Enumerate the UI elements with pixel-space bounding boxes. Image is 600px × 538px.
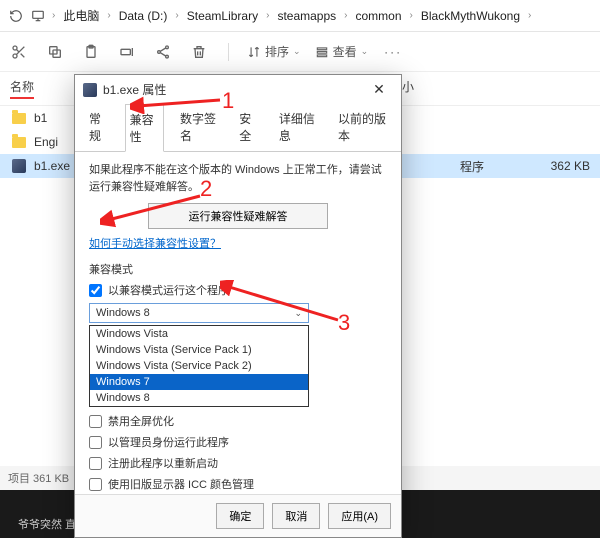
tab-security[interactable]: 安全 — [235, 104, 263, 151]
cancel-button[interactable]: 取消 — [272, 503, 320, 529]
monitor-icon[interactable] — [28, 6, 48, 26]
compat-option[interactable]: Windows Vista — [90, 326, 308, 342]
ok-button[interactable]: 确定 — [216, 503, 264, 529]
folder-icon — [10, 133, 28, 151]
dialog-body: 如果此程序不能在这个版本的 Windows 上正常工作，请尝试运行兼容性疑难解答… — [75, 152, 401, 494]
compat-option[interactable]: Windows Vista (Service Pack 1) — [90, 342, 308, 358]
crumb-seg[interactable]: SteamLibrary — [183, 7, 262, 25]
exe-icon — [10, 157, 28, 175]
crumb-seg[interactable]: BlackMythWukong — [417, 7, 524, 25]
register-restart-checkbox[interactable]: 注册此程序以重新启动 — [89, 455, 387, 471]
paste-icon[interactable] — [80, 41, 102, 63]
cut-icon[interactable] — [8, 41, 30, 63]
tab-details[interactable]: 详细信息 — [275, 104, 322, 151]
file-size: 362 KB — [500, 159, 590, 173]
dialog-titlebar: b1.exe 属性 ✕ — [75, 75, 401, 104]
more-icon[interactable]: ··· — [382, 41, 404, 63]
run-as-admin-checkbox[interactable]: 以管理员身份运行此程序 — [89, 434, 387, 450]
crumb-seg[interactable]: steamapps — [273, 7, 340, 25]
crumb-seg[interactable]: 此电脑 — [59, 5, 103, 26]
view-button[interactable]: 查看 ⌄ — [315, 43, 369, 60]
col-size-label[interactable]: 大小 — [390, 78, 510, 99]
view-label: 查看 — [333, 43, 357, 60]
apply-button[interactable]: 应用(A) — [328, 503, 391, 529]
manual-link[interactable]: 如何手动选择兼容性设置？ — [89, 238, 221, 250]
compat-os-dropdown: Windows Vista Windows Vista (Service Pac… — [89, 325, 309, 407]
compat-os-select[interactable]: Windows 8 ⌄ Windows Vista Windows Vista … — [89, 303, 309, 323]
dialog-tabs: 常规 兼容性 数字签名 安全 详细信息 以前的版本 — [75, 104, 401, 152]
compat-os-current: Windows 8 — [96, 307, 150, 319]
compat-option[interactable]: Windows 8 — [90, 390, 308, 406]
copy-icon[interactable] — [44, 41, 66, 63]
col-name-label[interactable]: 名称 — [10, 78, 34, 99]
delete-icon[interactable] — [188, 41, 210, 63]
compat-mode-checkbox[interactable]: 以兼容模式运行这个程序 — [89, 282, 387, 298]
troubleshoot-button[interactable]: 运行兼容性疑难解答 — [148, 203, 328, 229]
sort-label: 排序 — [265, 43, 289, 60]
refresh-icon[interactable] — [6, 6, 26, 26]
close-icon[interactable]: ✕ — [365, 81, 393, 98]
tab-general[interactable]: 常规 — [85, 104, 113, 151]
crumb-seg[interactable]: common — [352, 7, 406, 25]
rename-icon[interactable] — [116, 41, 138, 63]
chevron-down-icon: ⌄ — [294, 308, 302, 319]
legacy-icc-checkbox[interactable]: 使用旧版显示器 ICC 颜色管理 — [89, 476, 387, 492]
compat-hint: 如果此程序不能在这个版本的 Windows 上正常工作，请尝试运行兼容性疑难解答… — [89, 162, 387, 195]
tab-compatibility[interactable]: 兼容性 — [125, 104, 164, 152]
tab-signatures[interactable]: 数字签名 — [176, 104, 223, 151]
breadcrumb[interactable]: 此电脑› Data (D:)› SteamLibrary› steamapps›… — [59, 5, 531, 26]
share-icon[interactable] — [152, 41, 174, 63]
dialog-title: b1.exe 属性 — [103, 81, 359, 98]
compat-mode-title: 兼容模式 — [89, 261, 387, 277]
dialog-footer: 确定 取消 应用(A) — [75, 494, 401, 537]
compat-option[interactable]: Windows Vista (Service Pack 2) — [90, 358, 308, 374]
crumb-seg[interactable]: Data (D:) — [115, 7, 172, 25]
address-bar: › 此电脑› Data (D:)› SteamLibrary› steamapp… — [0, 0, 600, 32]
explorer-toolbar: 排序 ⌄ 查看 ⌄ ··· — [0, 32, 600, 72]
tab-previous[interactable]: 以前的版本 — [334, 104, 391, 151]
compat-mode-checkbox-input[interactable] — [89, 284, 102, 297]
disable-fullscreen-checkbox[interactable]: 禁用全屏优化 — [89, 413, 387, 429]
folder-icon — [10, 109, 28, 127]
file-type: 程序 — [460, 158, 500, 175]
compat-option[interactable]: Windows 7 — [90, 374, 308, 390]
exe-icon — [83, 83, 97, 97]
sort-button[interactable]: 排序 ⌄ — [247, 43, 301, 60]
properties-dialog: b1.exe 属性 ✕ 常规 兼容性 数字签名 安全 详细信息 以前的版本 如果… — [74, 74, 402, 538]
